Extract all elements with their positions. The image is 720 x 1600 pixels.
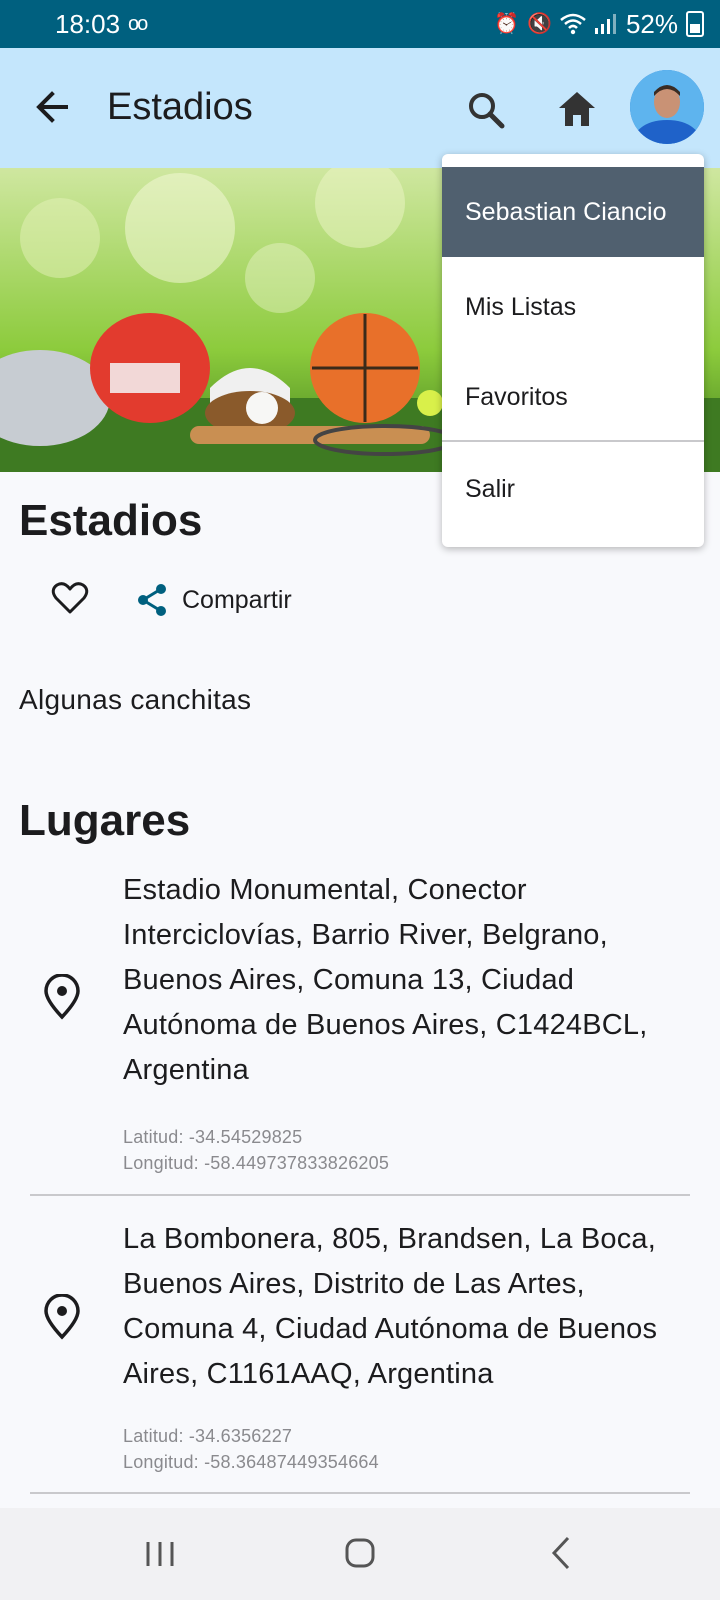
divider — [30, 1194, 690, 1196]
share-icon — [138, 584, 166, 616]
search-icon[interactable] — [462, 86, 510, 134]
app-bar: Estadios — [0, 48, 720, 168]
list-description: Algunas canchitas — [19, 684, 252, 715]
menu-item-mis-listas[interactable]: Mis Listas — [442, 264, 704, 350]
signal-icon — [594, 14, 616, 34]
place-latitude: Latitud: -34.54529825 — [123, 1127, 303, 1147]
wifi-icon — [560, 13, 586, 35]
system-nav-bar — [0, 1508, 720, 1600]
section-title: Lugares — [19, 796, 191, 845]
menu-user-name: Sebastian Ciancio — [442, 167, 704, 257]
menu-item-salir[interactable]: Salir — [442, 446, 704, 532]
voicemail-icon: oo — [128, 13, 148, 35]
place-address: La Bombonera, 805, Brandsen, La Boca, Bu… — [123, 1223, 658, 1390]
menu-item-favoritos[interactable]: Favoritos — [442, 354, 704, 440]
alarm-icon: ⏰ — [494, 13, 520, 35]
home-icon[interactable] — [553, 86, 601, 134]
back-nav-icon[interactable] — [532, 1530, 592, 1578]
location-pin-icon — [44, 974, 80, 1020]
divider — [30, 1492, 690, 1494]
status-bar: 18:03 oo ⏰ 🔇 52% — [0, 0, 720, 48]
heart-icon[interactable] — [50, 578, 90, 618]
battery-icon — [686, 11, 704, 37]
status-time: 18:03 — [55, 9, 121, 39]
place-latitude: Latitud: -34.6356227 — [123, 1426, 293, 1446]
back-arrow-icon[interactable] — [26, 80, 80, 134]
battery-percent: 52% — [625, 8, 678, 39]
share-button[interactable]: Compartir — [136, 578, 292, 622]
list-item[interactable]: Estadio Monumental, Conector Interciclov… — [0, 868, 720, 1198]
place-address: Estadio Monumental, Conector Interciclov… — [123, 874, 648, 1086]
location-pin-icon — [44, 1294, 80, 1340]
mute-icon: 🔇 — [527, 13, 552, 35]
menu-divider — [442, 440, 704, 442]
page-title: Estadios — [107, 86, 253, 128]
share-label: Compartir — [182, 585, 292, 614]
place-longitude: Longitud: -58.36487449354664 — [123, 1452, 379, 1472]
list-item[interactable]: La Bombonera, 805, Brandsen, La Boca, Bu… — [0, 1210, 720, 1490]
home-nav-icon[interactable] — [330, 1530, 390, 1578]
place-longitude: Longitud: -58.449737833826205 — [123, 1153, 390, 1173]
avatar[interactable] — [630, 70, 704, 144]
user-menu: Sebastian Ciancio Mis Listas Favoritos S… — [442, 154, 704, 547]
list-title: Estadios — [19, 496, 203, 545]
recent-apps-icon[interactable] — [130, 1530, 190, 1578]
